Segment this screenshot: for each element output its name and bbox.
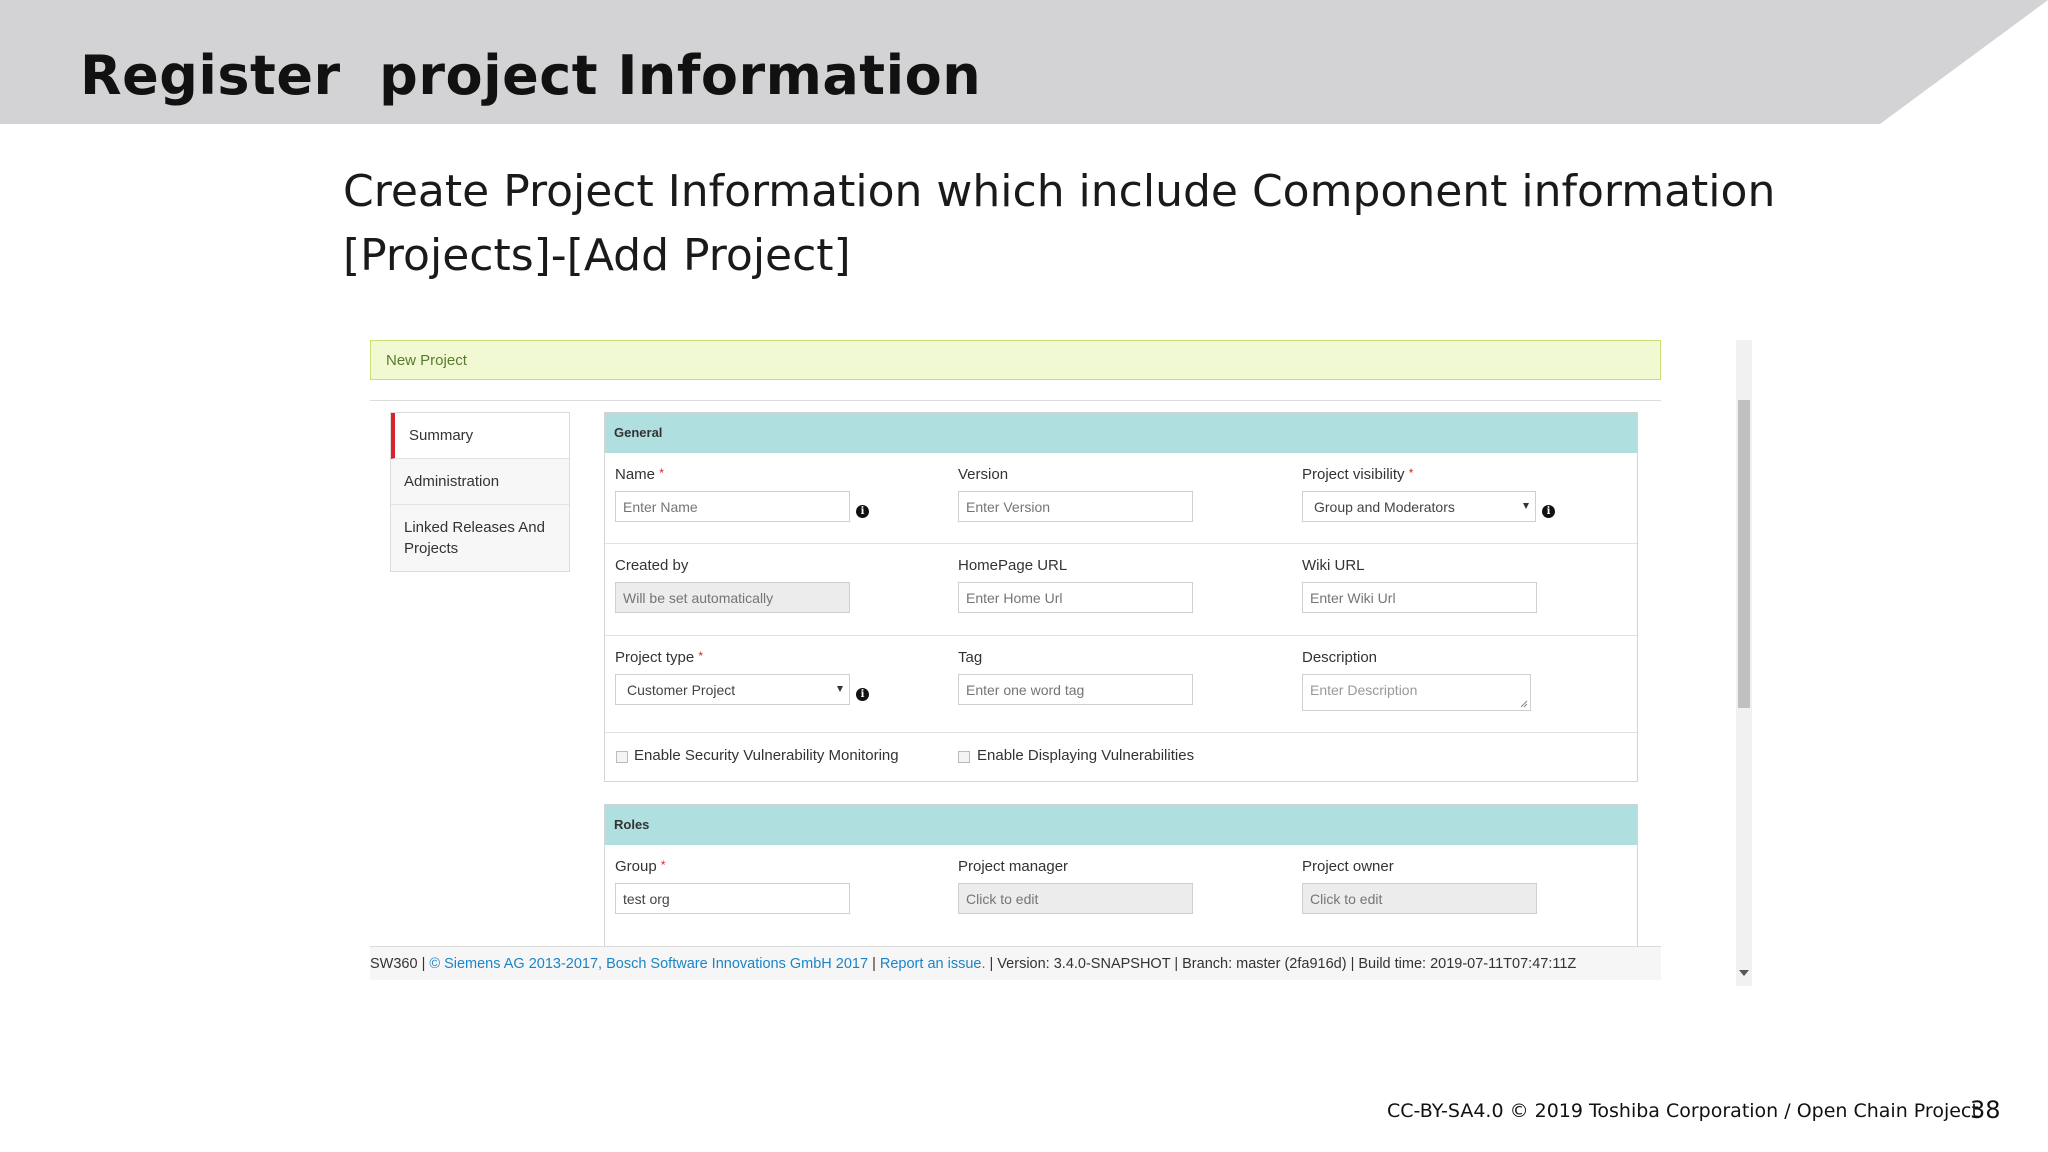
general-panel: General Name * i Version Project visibil… (604, 412, 1638, 782)
roles-heading: Roles (605, 805, 1637, 845)
app-footer: SW360 | © Siemens AG 2013-2017, Bosch So… (370, 946, 1661, 980)
project-type-select[interactable]: Customer Project (615, 674, 850, 705)
slide-title: Register project Information (80, 44, 982, 107)
general-row-2: Created by HomePage URL Wiki URL (605, 544, 1637, 636)
footer-prefix: SW360 | (370, 956, 430, 972)
report-issue-link[interactable]: Report an issue. (880, 956, 986, 972)
project-owner-input[interactable] (1302, 883, 1537, 914)
created-by-label: Created by (615, 557, 689, 574)
scrollbar-thumb[interactable] (1738, 400, 1750, 708)
required-marker: * (659, 466, 664, 480)
roles-row-1: Group * Project manager Project owner (605, 845, 1637, 936)
scroll-down-arrow-icon[interactable] (1739, 970, 1749, 976)
footer-build-info: | Version: 3.4.0-SNAPSHOT | Branch: mast… (985, 956, 1577, 972)
info-icon[interactable]: i (856, 505, 869, 518)
homepage-label: HomePage URL (958, 557, 1068, 574)
subtitle-line-2: [Projects]-[Add Project] (343, 230, 851, 281)
subtitle-line-1: Create Project Information which include… (343, 166, 1776, 217)
tag-label: Tag (958, 649, 983, 666)
general-row-1: Name * i Version Project visibility * Gr… (605, 453, 1637, 544)
nav-item-summary[interactable]: Summary (391, 413, 569, 459)
version-label: Version (958, 466, 1009, 483)
tag-input[interactable] (958, 674, 1193, 705)
dropdown-caret-icon (1523, 503, 1529, 509)
group-label: Group * (615, 858, 666, 875)
display-vulnerabilities-label: Enable Displaying Vulnerabilities (977, 747, 1195, 764)
info-icon[interactable]: i (856, 688, 869, 701)
general-heading: General (605, 413, 1637, 453)
project-manager-label: Project manager (958, 858, 1069, 875)
slide-subtitle: Create Project Information which include… (343, 160, 1775, 288)
nav-item-administration[interactable]: Administration (391, 459, 569, 505)
display-vulnerabilities-checkbox[interactable] (958, 751, 970, 763)
project-type-label: Project type * (615, 649, 704, 666)
group-input[interactable] (615, 883, 850, 914)
project-owner-label: Project owner (1302, 858, 1394, 875)
dropdown-caret-icon (837, 686, 843, 692)
security-monitoring-label: Enable Security Vulnerability Monitoring (634, 747, 899, 764)
footer-separator: | (868, 956, 880, 972)
copyright-link[interactable]: © Siemens AG 2013-2017, Bosch Software I… (429, 956, 868, 972)
info-icon[interactable]: i (1542, 505, 1555, 518)
project-manager-input[interactable] (958, 883, 1193, 914)
resize-handle-icon[interactable] (1520, 700, 1528, 708)
description-placeholder: Enter Description (1310, 682, 1418, 698)
homepage-input[interactable] (958, 582, 1193, 613)
wiki-label: Wiki URL (1302, 557, 1365, 574)
project-nav: Summary Administration Linked Releases A… (390, 412, 570, 572)
description-label: Description (1302, 649, 1378, 666)
name-label: Name * (615, 466, 664, 483)
roles-panel: Roles Group * Project manager Project ow… (604, 804, 1638, 954)
app-screenshot: New Project Summary Administration Linke… (368, 336, 1760, 986)
new-project-bar: New Project (370, 340, 1661, 380)
security-monitoring-checkbox[interactable] (616, 751, 628, 763)
name-input[interactable] (615, 491, 850, 522)
description-textarea[interactable]: Enter Description (1302, 674, 1531, 711)
required-marker: * (698, 649, 704, 663)
slide-copyright: CC-BY-SA4.0 © 2019 Toshiba Corporation /… (1387, 1100, 1979, 1122)
divider (370, 400, 1661, 401)
required-marker: * (1408, 466, 1414, 480)
nav-item-linked-releases[interactable]: Linked Releases And Projects (391, 505, 569, 571)
general-row-3: Project type * Customer Project i Tag De… (605, 636, 1637, 733)
visibility-label: Project visibility * (1302, 466, 1414, 483)
page-number: 38 (1970, 1096, 2001, 1124)
wiki-input[interactable] (1302, 582, 1537, 613)
new-project-label: New Project (386, 352, 467, 369)
created-by-input (615, 582, 850, 613)
visibility-value: Group and Moderators (1314, 499, 1455, 515)
project-type-value: Customer Project (627, 682, 736, 698)
general-row-4: Enable Security Vulnerability Monitoring… (605, 733, 1637, 781)
required-marker: * (660, 858, 666, 872)
visibility-select[interactable]: Group and Moderators (1302, 491, 1536, 522)
vertical-scrollbar[interactable] (1736, 340, 1752, 986)
version-input[interactable] (958, 491, 1193, 522)
